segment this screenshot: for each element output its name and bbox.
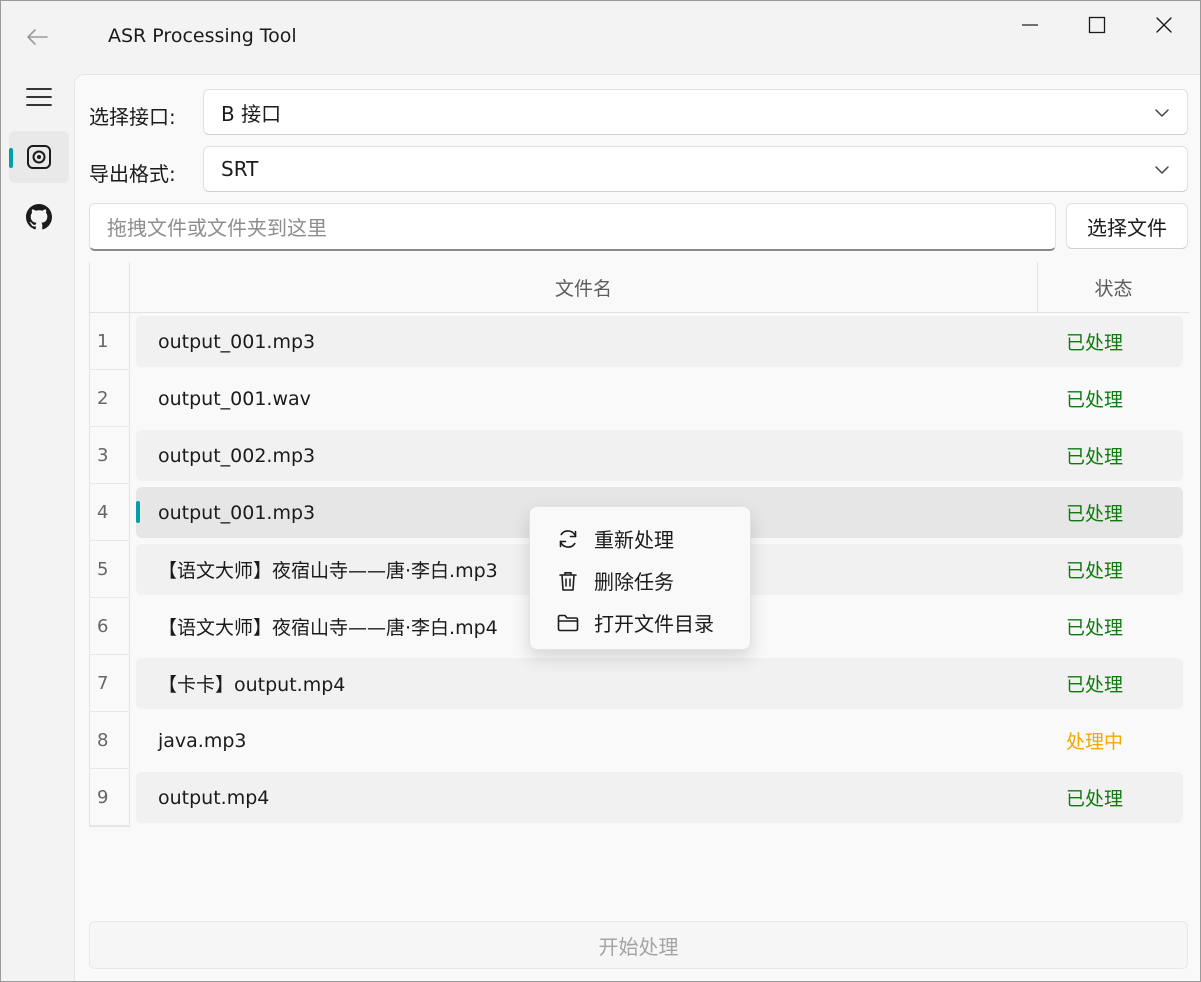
row-selected-indicator (136, 501, 140, 523)
row-number: 9 (89, 769, 130, 826)
table-row[interactable]: 3 output_002.mp3 已处理 (89, 427, 1189, 484)
app-window: ASR Processing Tool 选择接口: B 接口 导出格式: SRT… (0, 0, 1201, 982)
status-cell: 已处理 (1066, 674, 1124, 696)
status-cell: 已处理 (1066, 617, 1124, 639)
title-bar: ASR Processing Tool (1, 1, 1200, 73)
table-row[interactable]: 9 output.mp4 已处理 (89, 769, 1189, 826)
format-combobox[interactable]: SRT (203, 146, 1188, 192)
status-cell: 已处理 (1066, 389, 1124, 411)
table-row[interactable]: 7 【卡卡】output.mp4 已处理 (89, 655, 1189, 712)
menu-item-label: 打开文件目录 (594, 611, 714, 636)
table-row[interactable]: 8 java.mp3 处理中 (89, 712, 1189, 769)
menu-item-reprocess[interactable]: 重新处理 (530, 517, 752, 559)
nav-selected-indicator (9, 148, 13, 168)
column-header-status[interactable]: 状态 (1038, 262, 1189, 313)
menu-item-label: 重新处理 (594, 527, 674, 552)
close-icon (1156, 17, 1172, 33)
file-name-cell: 【语文大师】夜宿山寺——唐·李白.mp3 (158, 560, 498, 582)
row-context-menu: 重新处理 删除任务 打开文件目录 (529, 506, 751, 650)
format-label: 导出格式: (89, 162, 176, 186)
github-icon (26, 204, 52, 230)
nav-menu-toggle[interactable] (9, 71, 69, 123)
minimize-button[interactable] (997, 1, 1063, 49)
select-file-button[interactable]: 选择文件 (1066, 203, 1188, 249)
row-number: 4 (89, 484, 130, 541)
start-processing-button[interactable]: 开始处理 (89, 921, 1188, 969)
file-name-cell: output_001.mp3 (158, 501, 316, 524)
nav-item-asr[interactable] (9, 131, 69, 183)
nav-item-github[interactable] (9, 191, 69, 243)
api-combobox-value: B 接口 (221, 101, 282, 126)
file-name-cell: output_002.mp3 (158, 444, 316, 467)
row-number: 1 (89, 313, 130, 370)
file-drop-placeholder: 拖拽文件或文件夹到这里 (107, 216, 327, 240)
menu-item-delete[interactable]: 删除任务 (530, 559, 752, 601)
maximize-button[interactable] (1064, 1, 1130, 49)
status-cell: 处理中 (1066, 731, 1124, 753)
status-cell: 已处理 (1066, 446, 1124, 468)
file-name-cell: java.mp3 (158, 729, 247, 752)
table-corner (89, 262, 130, 313)
back-button[interactable] (15, 21, 59, 53)
close-button[interactable] (1131, 1, 1197, 49)
format-combobox-value: SRT (221, 157, 259, 181)
status-cell: 已处理 (1066, 332, 1124, 354)
status-cell: 已处理 (1066, 560, 1124, 582)
table-row[interactable]: 2 output_001.wav 已处理 (89, 370, 1189, 427)
status-cell: 已处理 (1066, 788, 1124, 810)
file-name-cell: 【卡卡】output.mp4 (158, 674, 346, 696)
hamburger-menu-icon (26, 88, 52, 106)
menu-item-open-folder[interactable]: 打开文件目录 (530, 601, 752, 643)
row-number: 6 (89, 598, 130, 655)
row-number: 2 (89, 370, 130, 427)
status-cell: 已处理 (1066, 503, 1124, 525)
folder-icon (557, 614, 579, 632)
row-number: 8 (89, 712, 130, 769)
table-row[interactable]: 1 output_001.mp3 已处理 (89, 313, 1189, 370)
file-drop-input[interactable]: 拖拽文件或文件夹到这里 (89, 203, 1056, 251)
api-label: 选择接口: (89, 105, 176, 129)
menu-item-label: 删除任务 (594, 569, 674, 594)
file-name-cell: output_001.mp3 (158, 330, 316, 353)
file-name-cell: 【语文大师】夜宿山寺——唐·李白.mp4 (158, 617, 498, 639)
row-number: 7 (89, 655, 130, 712)
minimize-icon (1022, 24, 1038, 26)
api-combobox[interactable]: B 接口 (203, 89, 1188, 135)
row-number: 3 (89, 427, 130, 484)
back-arrow-icon (27, 29, 48, 45)
column-header-filename[interactable]: 文件名 (130, 262, 1038, 313)
trash-icon (559, 572, 577, 591)
maximize-icon (1088, 16, 1106, 34)
asr-record-icon (27, 145, 51, 169)
file-name-cell: output.mp4 (158, 786, 270, 809)
file-name-cell: output_001.wav (158, 387, 311, 410)
chevron-down-icon (1155, 166, 1169, 174)
chevron-down-icon (1155, 109, 1169, 117)
refresh-icon (559, 530, 577, 548)
app-title: ASR Processing Tool (108, 25, 297, 47)
row-number: 5 (89, 541, 130, 598)
